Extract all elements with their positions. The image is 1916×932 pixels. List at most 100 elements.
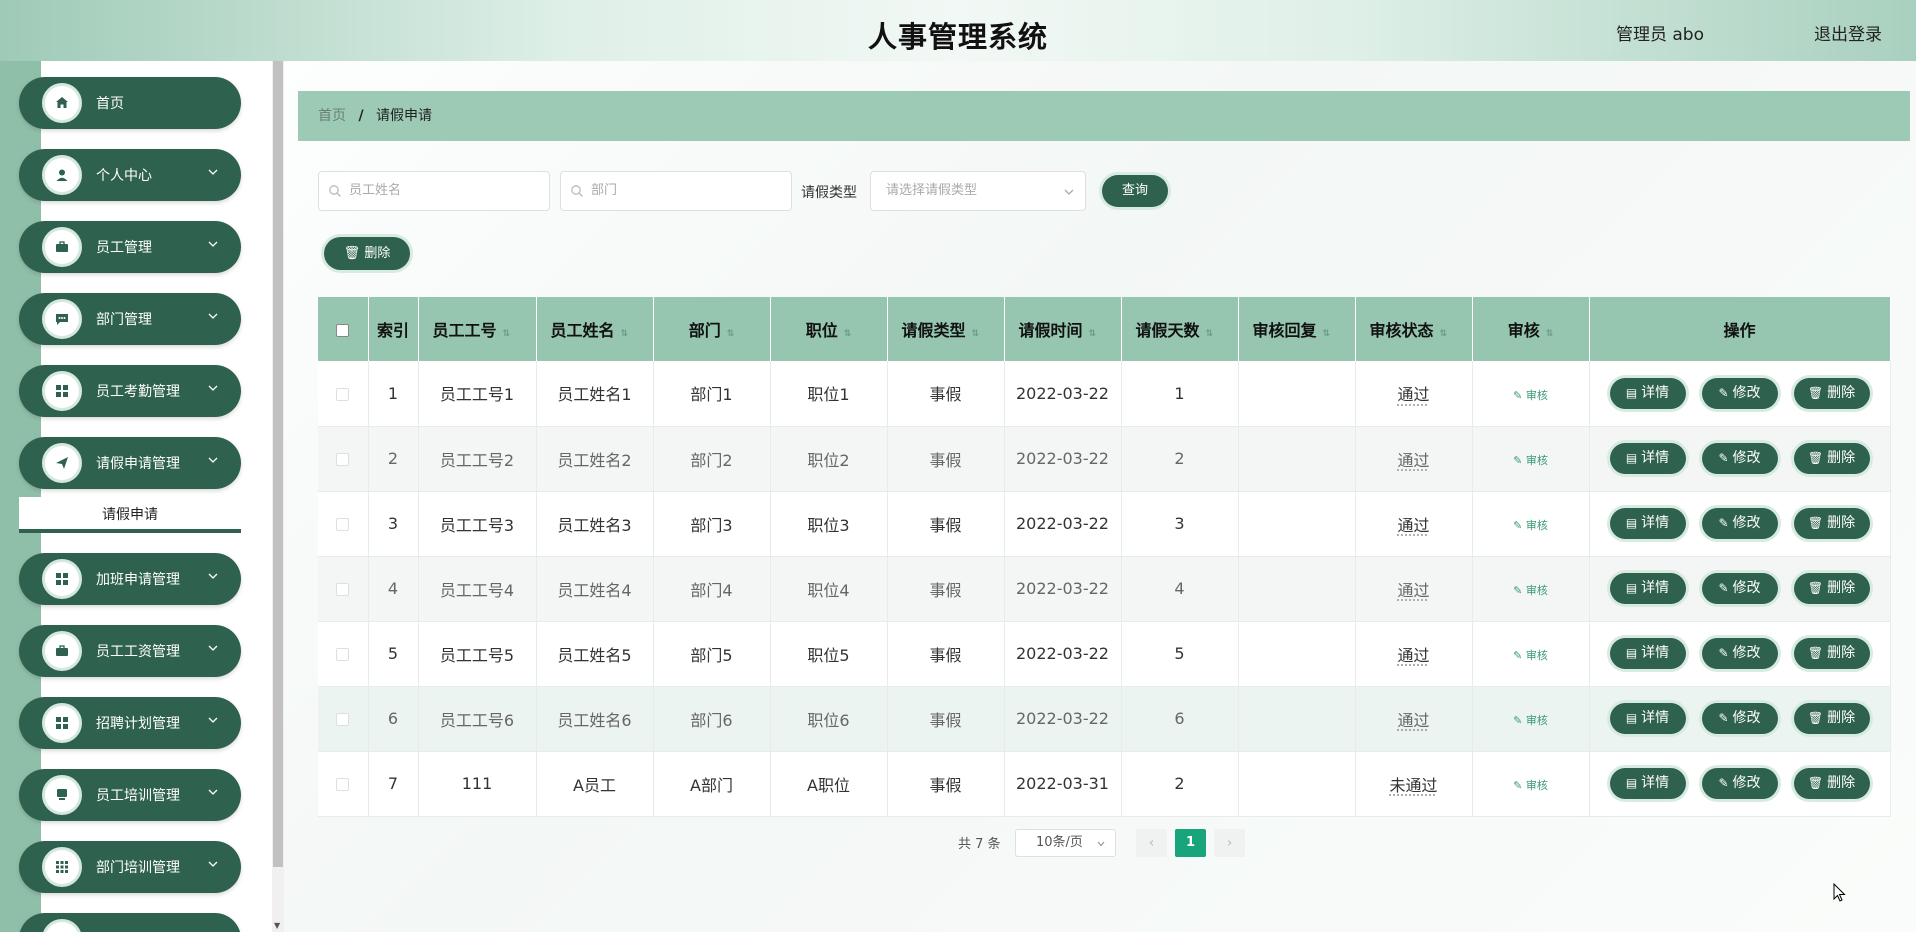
checkbox (318, 686, 369, 752)
sidebar-item-employee-mgmt[interactable]: 员工管理 (19, 221, 241, 273)
logout-link[interactable]: 退出登录 (1814, 20, 1882, 45)
edit-button[interactable]: ✎ 修改 (1701, 508, 1778, 539)
sort-icon[interactable]: ⇅ (727, 329, 735, 339)
sort-icon[interactable]: ⇅ (1206, 329, 1214, 339)
delete-button[interactable]: 🗑 删除 (1793, 443, 1870, 474)
breadcrumb-home[interactable]: 首页 (318, 108, 346, 124)
cell-emp-name: 员工姓名3 (536, 491, 654, 557)
table-row[interactable]: 5 员工工号5 员工姓名5 部门5 职位5 事假 2022-03-22 5 通过 ✎ 审核 ▤ 详情 ✎… (318, 621, 1891, 687)
column-header-dept[interactable]: 部门 ⇅ (653, 297, 771, 361)
cell-leave-type: 事假 (887, 686, 1005, 752)
delete-button[interactable]: 🗑 删除 (1793, 377, 1870, 409)
department-search-input[interactable]: 部门 (560, 171, 792, 211)
sort-icon[interactable]: ⇅ (1440, 329, 1448, 339)
audit-link-label: 审核 (1525, 454, 1548, 467)
sort-icon[interactable]: ⇅ (972, 329, 980, 339)
edit-button[interactable]: ✎ 修改 (1701, 573, 1778, 604)
audit-link[interactable]: ✎ 审核 (1513, 714, 1548, 727)
delete-button[interactable]: 🗑 删除 (1793, 573, 1870, 604)
sort-icon[interactable]: ⇅ (621, 329, 629, 339)
column-header-reply[interactable]: 审核回复 ⇅ (1238, 297, 1356, 361)
page-size-select[interactable]: 10条/页 (1015, 829, 1116, 857)
sidebar-item-attendance-mgmt[interactable]: 员工考勤管理 (19, 365, 241, 417)
audit-link[interactable]: ✎ 审核 (1513, 584, 1548, 597)
column-header-emp-name[interactable]: 员工姓名 ⇅ (536, 297, 654, 361)
sort-icon[interactable]: ⇅ (1546, 329, 1554, 339)
checkbox (318, 426, 369, 492)
audit-link[interactable]: ✎ 审核 (1513, 389, 1548, 402)
edit-button[interactable]: ✎ 修改 (1701, 377, 1778, 409)
row-checkbox[interactable] (336, 518, 350, 531)
edit-button[interactable]: ✎ 修改 (1701, 638, 1778, 669)
sidebar-item-dept-training-mgmt[interactable]: 部门培训管理 (19, 841, 241, 893)
column-header-days[interactable]: 请假天数 ⇅ (1121, 297, 1239, 361)
delete-button[interactable]: 🗑 删除 (1793, 508, 1870, 539)
detail-button[interactable]: ▤ 详情 (1609, 573, 1686, 604)
column-header-emp-no[interactable]: 员工工号 ⇅ (418, 297, 537, 361)
sidebar-item-salary-mgmt[interactable]: 员工工资管理 (19, 625, 241, 677)
edit-icon: ✎ (1513, 649, 1526, 662)
column-header-position[interactable]: 职位 ⇅ (770, 297, 888, 361)
page-number-current[interactable]: 1 (1175, 829, 1206, 857)
sort-icon[interactable]: ⇅ (844, 329, 852, 339)
delete-button[interactable]: 🗑 删除 (1793, 703, 1870, 734)
sidebar-item-employee-training-mgmt[interactable]: 员工培训管理 (19, 769, 241, 821)
sidebar-item-more[interactable] (19, 913, 241, 932)
prev-page-button[interactable]: ‹ (1136, 829, 1167, 857)
sidebar-item-personal-center[interactable]: 个人中心 (19, 149, 241, 201)
table-row[interactable]: 4 员工工号4 员工姓名4 部门4 职位4 事假 2022-03-22 4 通过 ✎ 审核 ▤ 详情 ✎… (318, 556, 1891, 622)
audit-link[interactable]: ✎ 审核 (1513, 519, 1548, 532)
detail-button[interactable]: ▤ 详情 (1609, 638, 1686, 669)
batch-delete-button[interactable]: 🗑 删除 (324, 237, 410, 270)
audit-link[interactable]: ✎ 审核 (1513, 649, 1548, 662)
submenu-leave-application[interactable]: 请假申请 (19, 497, 241, 533)
row-checkbox[interactable] (336, 778, 350, 791)
sidebar-item-dept-mgmt[interactable]: 部门管理 (19, 293, 241, 345)
row-checkbox[interactable] (336, 387, 350, 401)
table-row[interactable]: 2 员工工号2 员工姓名2 部门2 职位2 事假 2022-03-22 2 通过 ✎ 审核 ▤ 详情 ✎… (318, 426, 1891, 492)
employee-name-search-input[interactable]: 员工姓名 (318, 171, 550, 211)
column-header-leave-date[interactable]: 请假时间 ⇅ (1004, 297, 1122, 361)
scrollbar-thumb[interactable] (273, 61, 283, 867)
audit-link[interactable]: ✎ 审核 (1513, 454, 1548, 467)
column-header-leave-type[interactable]: 请假类型 ⇅ (887, 297, 1005, 361)
sidebar-item-home[interactable]: 首页 (19, 77, 241, 129)
row-checkbox[interactable] (336, 583, 350, 596)
sidebar-item-overtime-mgmt[interactable]: 加班申请管理 (19, 553, 241, 605)
next-page-button[interactable]: › (1214, 829, 1245, 857)
scroll-down-icon[interactable]: ▼ (274, 921, 280, 930)
pagination-total: 共 7 条 (958, 837, 1001, 852)
detail-button[interactable]: ▤ 详情 (1609, 508, 1686, 539)
row-checkbox[interactable] (336, 713, 350, 726)
leave-type-select[interactable]: 请选择请假类型 (870, 171, 1086, 211)
select-all-checkbox[interactable] (336, 323, 350, 337)
sidebar-item-recruitment-mgmt[interactable]: 招聘计划管理 (19, 697, 241, 749)
detail-button[interactable]: ▤ 详情 (1609, 443, 1686, 474)
detail-button[interactable]: ▤ 详情 (1609, 377, 1686, 409)
sort-icon[interactable]: ⇅ (1323, 329, 1331, 339)
row-checkbox[interactable] (336, 453, 350, 466)
table-row[interactable]: 7 111 A员工 A部门 A职位 事假 2022-03-31 2 未通过 ✎ 审核 ▤ 详情 ✎ 修改 🗑… (318, 751, 1891, 817)
sidebar-scrollbar[interactable]: ▼ (272, 61, 284, 932)
sidebar-item-leave-mgmt[interactable]: 请假申请管理 (19, 437, 241, 489)
edit-button[interactable]: ✎ 修改 (1701, 768, 1778, 799)
detail-button[interactable]: ▤ 详情 (1609, 768, 1686, 799)
query-button[interactable]: 查询 (1102, 175, 1168, 207)
table-row[interactable]: 1 员工工号1 员工姓名1 部门1 职位1 事假 2022-03-22 1 通过 ✎ 审核 ▤ 详情 ✎… (318, 361, 1891, 427)
column-header-audit[interactable]: 审核 ⇅ (1472, 297, 1590, 361)
audit-link[interactable]: ✎ 审核 (1513, 779, 1548, 792)
sort-icon[interactable]: ⇅ (503, 329, 511, 339)
trash-icon: 🗑 (1807, 776, 1824, 790)
delete-button[interactable]: 🗑 删除 (1793, 768, 1870, 799)
row-checkbox[interactable] (336, 648, 350, 661)
sort-icon[interactable]: ⇅ (1089, 329, 1097, 339)
edit-button-label: 修改 (1732, 580, 1761, 596)
table-row[interactable]: 3 员工工号3 员工姓名3 部门3 职位3 事假 2022-03-22 3 通过 ✎ 审核 ▤ 详情 ✎… (318, 491, 1891, 557)
edit-button[interactable]: ✎ 修改 (1701, 703, 1778, 734)
column-header-status[interactable]: 审核状态 ⇅ (1355, 297, 1473, 361)
table-row[interactable]: 6 员工工号6 员工姓名6 部门6 职位6 事假 2022-03-22 6 通过 ✎ 审核 ▤ 详情 ✎… (318, 686, 1891, 752)
delete-button[interactable]: 🗑 删除 (1793, 638, 1870, 669)
detail-button[interactable]: ▤ 详情 (1609, 703, 1686, 734)
select-placeholder: 请选择请假类型 (886, 183, 978, 198)
edit-button[interactable]: ✎ 修改 (1701, 443, 1778, 474)
